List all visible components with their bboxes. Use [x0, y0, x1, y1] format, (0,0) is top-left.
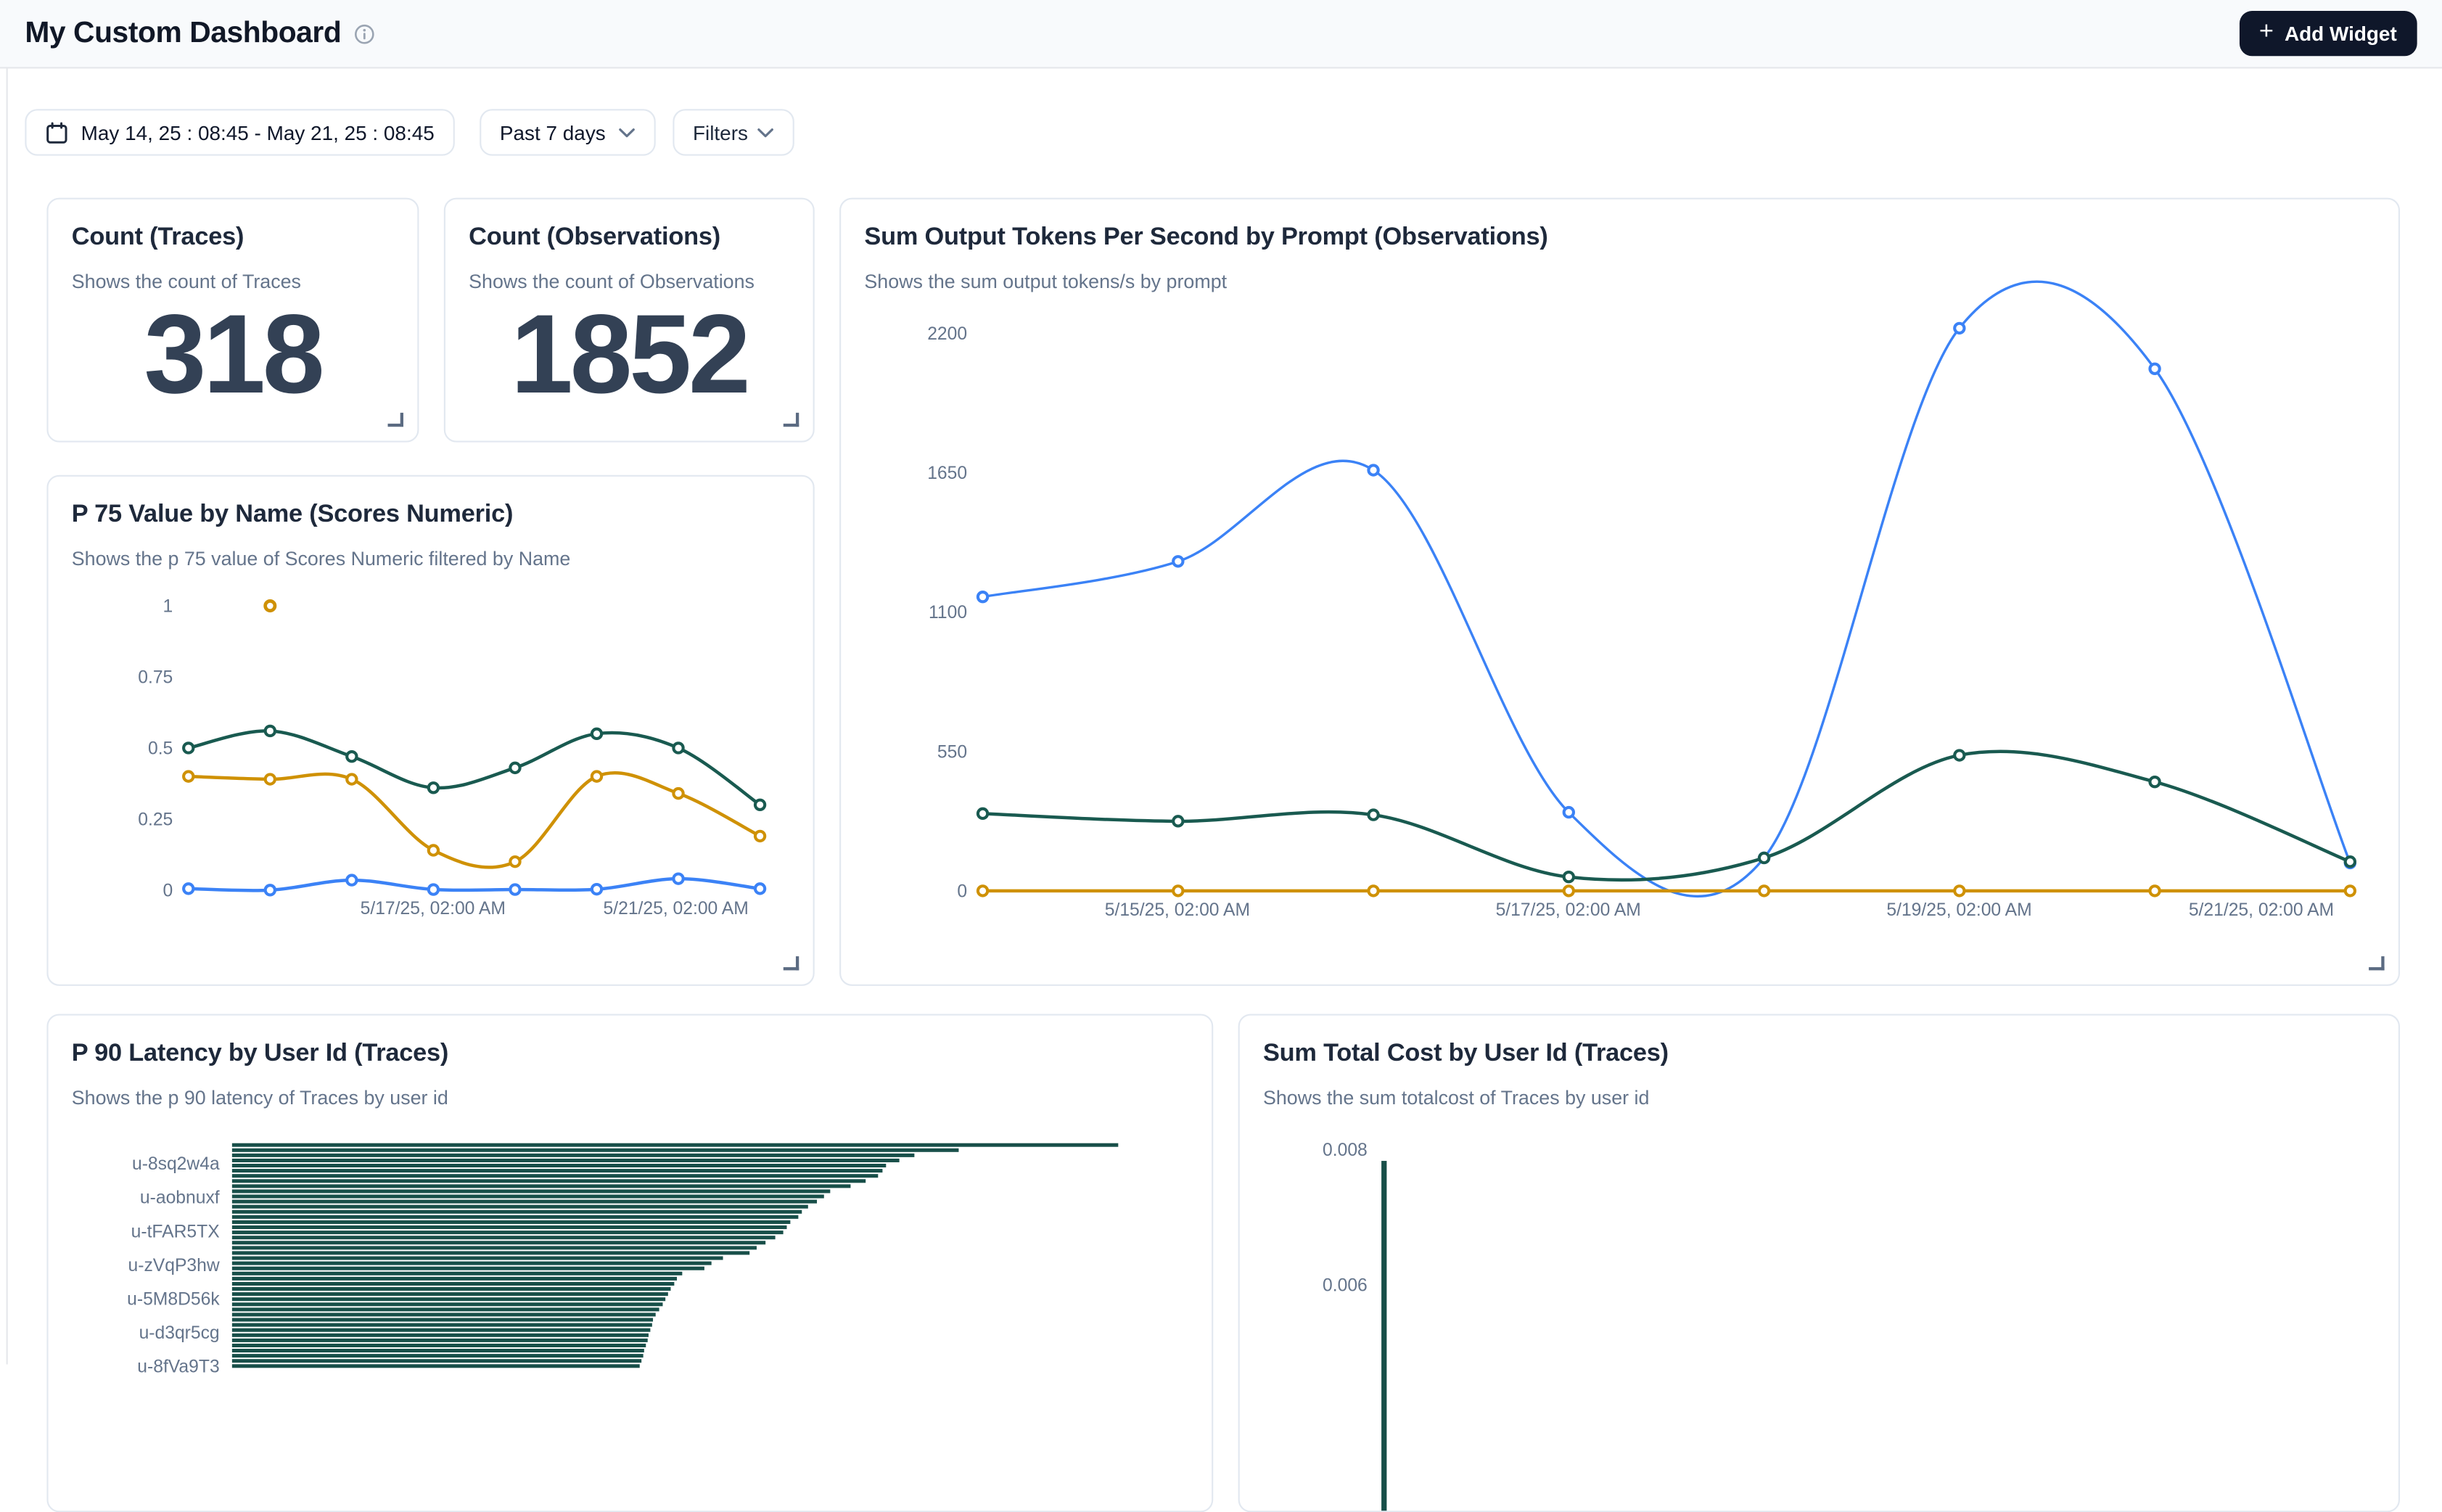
tokens-by-prompt-line-chart: 0 550 1100 1650 2200 5/15/25, 02:00 AM 5/17/25…: [841, 200, 2400, 986]
svg-text:5/15/25, 02:00 AM: 5/15/25, 02:00 AM: [1105, 900, 1250, 920]
svg-text:1: 1: [163, 597, 173, 617]
svg-text:0.008: 0.008: [1323, 1141, 1368, 1160]
widget-p90-latency: P 90 Latency by User Id (Traces) Shows t…: [46, 1014, 1213, 1512]
svg-text:0.5: 0.5: [148, 739, 173, 759]
date-range-value: May 14, 25 : 08:45 - May 21, 25 : 08:45: [81, 120, 435, 144]
p90-latency-bar-chart: u-8sq2w4a u-aobnuxf u-tFAR5TX u-zVqP3hw u-5M…: [49, 1016, 1214, 1512]
svg-text:0: 0: [163, 881, 173, 900]
date-range-picker[interactable]: May 14, 25 : 08:45 - May 21, 25 : 08:45: [25, 109, 454, 155]
svg-text:5/17/25, 02:00 AM: 5/17/25, 02:00 AM: [1496, 900, 1641, 920]
plus-icon: +: [2259, 20, 2274, 45]
count-observations-value: 1852: [445, 299, 813, 411]
count-traces-value: 318: [49, 299, 418, 411]
chevron-down-icon: [757, 128, 775, 139]
svg-text:5/17/25, 02:00 AM: 5/17/25, 02:00 AM: [361, 899, 506, 919]
range-preset-select[interactable]: Past 7 days: [480, 109, 655, 155]
svg-text:u-8fVa9T3: u-8fVa9T3: [137, 1357, 219, 1377]
svg-text:0.75: 0.75: [138, 668, 173, 688]
svg-text:0.006: 0.006: [1323, 1276, 1368, 1296]
svg-text:u-5M8D56k: u-5M8D56k: [127, 1289, 220, 1309]
svg-text:u-zVqP3hw: u-zVqP3hw: [128, 1256, 220, 1275]
chevron-down-icon: [618, 128, 636, 139]
svg-text:550: 550: [937, 742, 967, 762]
info-icon[interactable]: [354, 22, 376, 44]
svg-text:5/21/25, 02:00 AM: 5/21/25, 02:00 AM: [604, 899, 749, 919]
add-widget-label: Add Widget: [2285, 22, 2397, 45]
dashboard-page: My Custom Dashboard + Add Widget May 1: [0, 0, 2442, 1364]
widget-total-cost: Sum Total Cost by User Id (Traces) Shows…: [1238, 1014, 2400, 1512]
svg-text:0.25: 0.25: [138, 810, 173, 829]
svg-text:u-d3qr5cg: u-d3qr5cg: [139, 1323, 220, 1343]
widget-count-observations: Count (Observations) Shows the count of …: [444, 198, 815, 443]
resize-handle[interactable]: [784, 956, 799, 970]
calendar-icon: [45, 120, 68, 144]
svg-text:5/21/25, 02:00 AM: 5/21/25, 02:00 AM: [2189, 900, 2334, 920]
widget-tokens-by-prompt: Sum Output Tokens Per Second by Prompt (…: [839, 198, 2400, 986]
svg-text:0: 0: [957, 882, 967, 901]
widget-p75-by-name: P 75 Value by Name (Scores Numeric) Show…: [46, 475, 814, 986]
svg-text:u-tFAR5TX: u-tFAR5TX: [131, 1222, 220, 1241]
svg-text:1100: 1100: [929, 603, 967, 623]
page-title: My Custom Dashboard: [25, 17, 341, 51]
p75-by-name-line-chart: 0 0.25 0.5 0.75 1 5/17/25, 02:00 AM 5/21/25, 0…: [49, 477, 815, 986]
filters-label: Filters: [693, 120, 748, 144]
filters-button[interactable]: Filters: [673, 109, 794, 155]
resize-handle[interactable]: [388, 413, 403, 427]
page-header: My Custom Dashboard + Add Widget: [0, 0, 2442, 68]
widget-title: Count (Observations): [469, 224, 789, 252]
svg-text:2200: 2200: [927, 324, 967, 344]
widget-subtitle: Shows the count of Traces: [72, 271, 394, 293]
svg-text:5/19/25, 02:00 AM: 5/19/25, 02:00 AM: [1886, 900, 2031, 920]
content-left-border: [7, 68, 8, 1364]
widget-count-traces: Count (Traces) Shows the count of Traces…: [46, 198, 419, 443]
widget-subtitle: Shows the count of Observations: [469, 271, 789, 293]
range-preset-value: Past 7 days: [500, 120, 606, 144]
widget-title: Count (Traces): [72, 224, 394, 252]
total-cost-bar-chart: 0.008 0.006: [1240, 1016, 2400, 1512]
svg-text:u-aobnuxf: u-aobnuxf: [140, 1188, 220, 1208]
svg-text:1650: 1650: [927, 464, 967, 483]
resize-handle[interactable]: [784, 413, 799, 427]
filter-toolbar: May 14, 25 : 08:45 - May 21, 25 : 08:45 …: [25, 109, 794, 155]
add-widget-button[interactable]: + Add Widget: [2239, 11, 2417, 56]
svg-text:u-8sq2w4a: u-8sq2w4a: [132, 1154, 220, 1174]
resize-handle[interactable]: [2369, 956, 2384, 970]
